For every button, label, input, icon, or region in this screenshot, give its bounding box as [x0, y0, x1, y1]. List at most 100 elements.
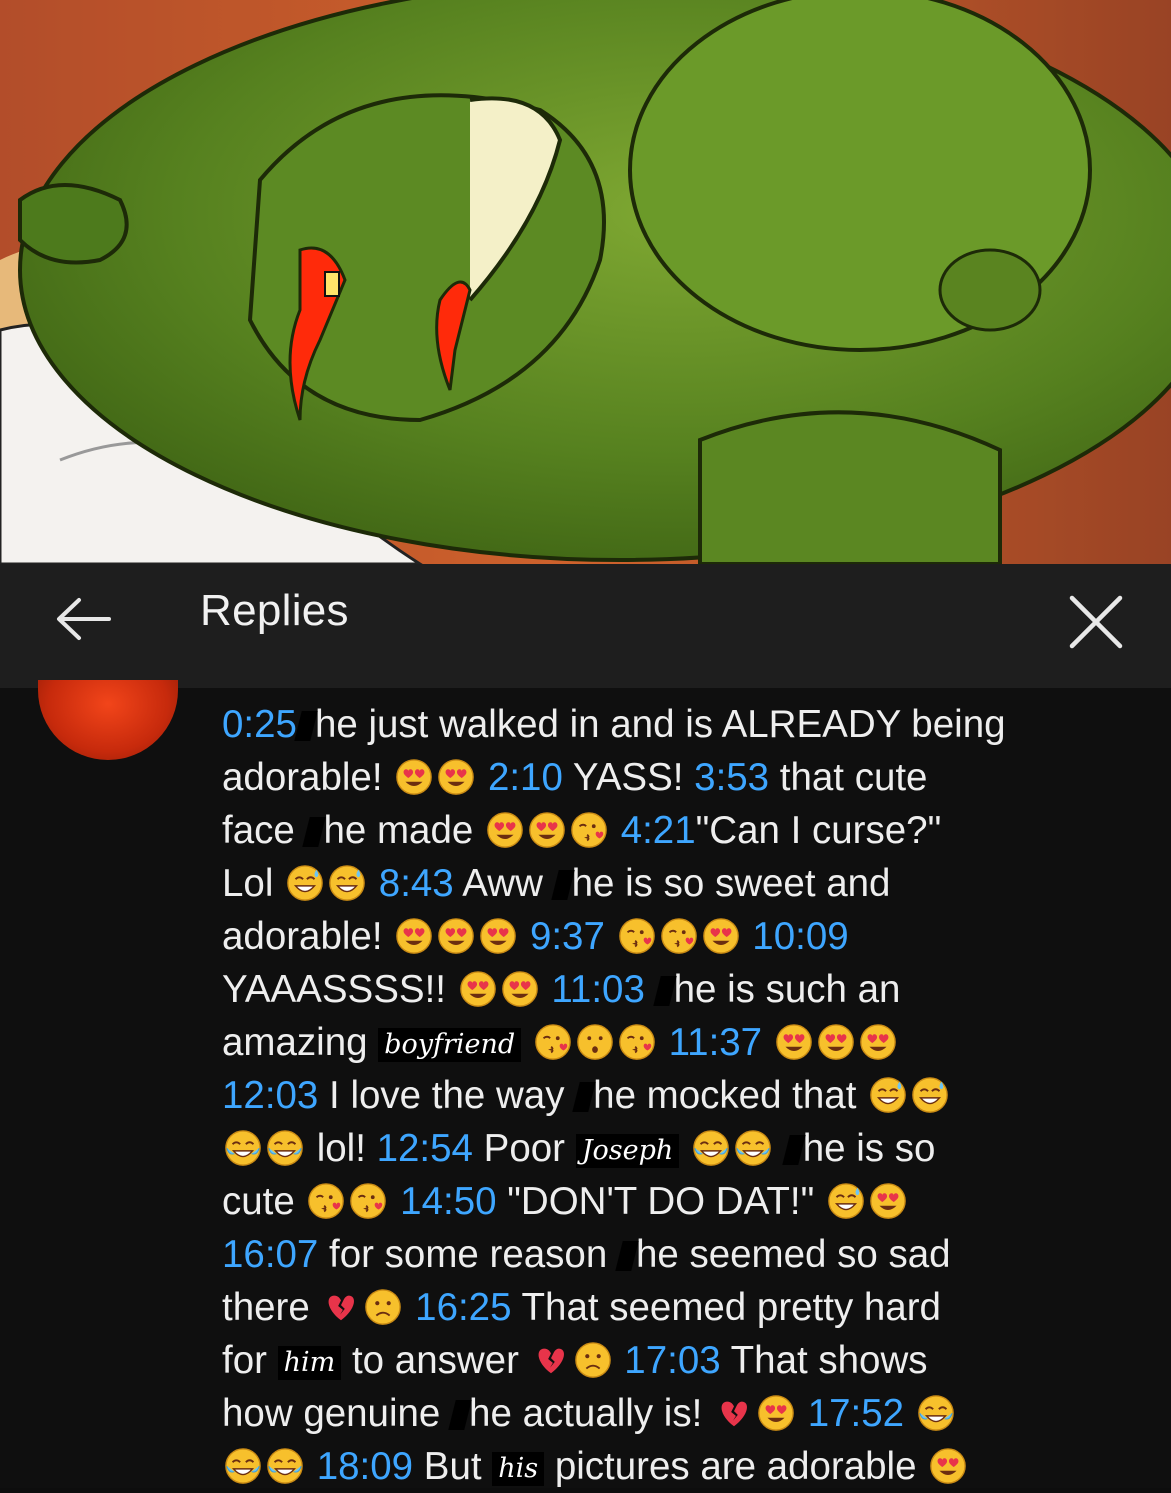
joy-emoji: [734, 1129, 772, 1167]
comment-text-segment: he is so sweet and: [571, 862, 891, 905]
comment-text-segment: he is so: [802, 1127, 936, 1170]
handwritten-label: his: [492, 1452, 545, 1486]
comment-text-segment: Poor: [472, 1127, 576, 1170]
kissing-heart-emoji: [570, 811, 608, 849]
timestamp-link[interactable]: 9:37: [530, 915, 605, 958]
timestamp-link[interactable]: 10:09: [752, 915, 848, 958]
comment-text-segment: Aww: [453, 862, 554, 905]
comment-text-segment: face: [222, 809, 306, 852]
sweat-smile-emoji: [827, 1182, 865, 1220]
comment-line: cute 14:50 "DON'T DO DAT!": [222, 1175, 1132, 1228]
comment-text-segment: how genuine: [222, 1392, 452, 1435]
timestamp-link[interactable]: 16:07: [222, 1233, 318, 1276]
comment-text-segment: [679, 1127, 690, 1170]
heart-eyes-emoji: [479, 917, 517, 955]
heart-eyes-emoji: [757, 1394, 795, 1432]
comment-text-segment: [541, 968, 552, 1011]
comment-text-segment: [742, 915, 753, 958]
header-title: Replies: [200, 586, 349, 635]
comment-text-segment: he just walked in and is ALREADY being: [314, 703, 1006, 746]
comment-text-segment: "Can I curse?": [695, 809, 942, 852]
heart-eyes-emoji: [859, 1023, 897, 1061]
comment-text-segment: [658, 1021, 669, 1064]
comment-text-segment: [904, 1392, 915, 1435]
timestamp-link[interactable]: 0:25: [222, 703, 297, 746]
timestamp-link[interactable]: 17:03: [624, 1339, 720, 1382]
comment-line: adorable! 2:10 YASS! 3:53 that cute: [222, 751, 1132, 804]
comment-text-segment: lol!: [306, 1127, 377, 1170]
comment-text-segment: he made: [323, 809, 484, 852]
comment-text-segment: [306, 1445, 317, 1488]
comment-line: YAAASSSS!! 11:03 he is such an: [222, 963, 1132, 1016]
kissing-heart-emoji: [349, 1182, 387, 1220]
broken-heart-emoji: [322, 1288, 360, 1326]
timestamp-link[interactable]: 12:54: [377, 1127, 473, 1170]
comment-line: 12:03 I love the way he mocked that: [222, 1069, 1132, 1122]
comment-text-segment: [605, 915, 616, 958]
timestamp-link[interactable]: 14:50: [400, 1180, 496, 1223]
joy-emoji: [917, 1394, 955, 1432]
comment-line: 16:07 for some reason he seemed so sad: [222, 1228, 1132, 1281]
timestamp-link[interactable]: 12:03: [222, 1074, 318, 1117]
heart-eyes-emoji: [528, 811, 566, 849]
timestamp-link[interactable]: 3:53: [694, 756, 769, 799]
timestamp-link[interactable]: 8:43: [379, 862, 454, 905]
comment-text-segment: he actually is!: [469, 1392, 713, 1435]
close-icon[interactable]: [1056, 582, 1136, 662]
kissing-heart-emoji: [618, 1023, 656, 1061]
comment-text-segment: to answer: [341, 1339, 530, 1382]
heart-eyes-emoji: [437, 917, 475, 955]
comment-text-segment: he seemed so sad: [635, 1233, 951, 1276]
replies-header: Replies: [0, 564, 1171, 688]
heart-eyes-emoji: [702, 917, 740, 955]
comment-line: adorable! 9:37 10:09: [222, 910, 1132, 963]
comment-text-segment: adorable!: [222, 915, 394, 958]
comment-text-segment: that cute: [769, 756, 928, 799]
comment-text-segment: for: [222, 1339, 278, 1382]
comment-text-segment: amazing: [222, 1021, 379, 1064]
heart-eyes-emoji: [929, 1447, 967, 1485]
comment-line: amazing boyfriend 11:37: [222, 1016, 1132, 1069]
back-arrow-icon[interactable]: [48, 584, 118, 654]
sweat-smile-emoji: [286, 864, 324, 902]
handwritten-label: him: [277, 1346, 342, 1380]
timestamp-link[interactable]: 2:10: [488, 756, 563, 799]
heart-eyes-emoji: [395, 758, 433, 796]
kissing-heart-emoji: [618, 917, 656, 955]
heart-eyes-emoji: [486, 811, 524, 849]
comment-text: 0:25 he just walked in and is ALREADY bei…: [222, 698, 1132, 1493]
slightly-frowning-emoji: [364, 1288, 402, 1326]
comment-text-segment: That seemed pretty hard: [511, 1286, 941, 1329]
comment-text-segment: [610, 809, 621, 852]
comment-line: how genuine he actually is! 17:52: [222, 1387, 1132, 1440]
joy-emoji: [224, 1129, 262, 1167]
comment-text-segment: there: [222, 1286, 321, 1329]
comment-line: for him to answer 17:03 That shows: [222, 1334, 1132, 1387]
timestamp-link[interactable]: 16:25: [415, 1286, 511, 1329]
cartoon-illustration: [0, 0, 1171, 564]
comment-line: face he made 4:21"Can I curse?": [222, 804, 1132, 857]
kissing-heart-emoji: [660, 917, 698, 955]
comment-text-segment: [389, 1180, 400, 1223]
timestamp-link[interactable]: 11:37: [669, 1021, 763, 1064]
kissing-heart-emoji: [534, 1023, 572, 1061]
comment-text-segment: cute: [222, 1180, 306, 1223]
joy-emoji: [266, 1447, 304, 1485]
slightly-frowning-emoji: [574, 1341, 612, 1379]
kissing-heart-emoji: [307, 1182, 345, 1220]
kissing-emoji: [576, 1023, 614, 1061]
sweat-smile-emoji: [328, 864, 366, 902]
comment-text-segment: [477, 756, 488, 799]
comment-text-segment: [614, 1339, 625, 1382]
comment-text-segment: he mocked that: [593, 1074, 868, 1117]
comment-text-segment: That shows: [720, 1339, 928, 1382]
avatar[interactable]: [38, 680, 178, 760]
timestamp-link[interactable]: 4:21: [621, 809, 696, 852]
heart-eyes-emoji: [395, 917, 433, 955]
timestamp-link[interactable]: 11:03: [551, 968, 645, 1011]
reply-thread: 0:25 he just walked in and is ALREADY bei…: [0, 680, 1171, 1488]
heart-eyes-emoji: [869, 1182, 907, 1220]
timestamp-link[interactable]: 18:09: [317, 1445, 413, 1488]
heart-eyes-emoji: [775, 1023, 813, 1061]
timestamp-link[interactable]: 17:52: [808, 1392, 904, 1435]
